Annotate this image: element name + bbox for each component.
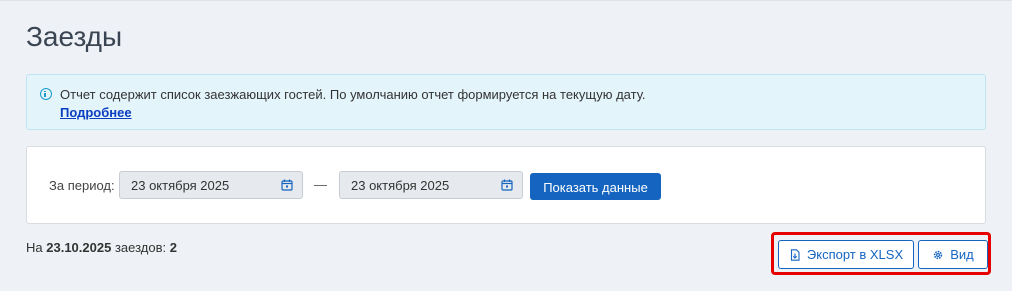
- info-text: Отчет содержит список заезжающих гостей.…: [60, 87, 646, 102]
- page-title: Заезды: [26, 21, 123, 52]
- info-banner: Отчет содержит список заезжающих гостей.…: [26, 74, 986, 130]
- calendar-icon[interactable]: [501, 179, 513, 191]
- summary-label: заездов:: [114, 240, 167, 255]
- more-details-link[interactable]: Подробнее: [60, 105, 132, 120]
- date-from-value: 23 октября 2025: [131, 178, 230, 193]
- calendar-icon[interactable]: [281, 179, 293, 191]
- file-download-icon: [790, 248, 800, 261]
- info-icon: [40, 88, 52, 100]
- period-label: За период:: [49, 178, 115, 193]
- page: Заезды Отчет содержит список заезжающих …: [0, 0, 1012, 291]
- export-xlsx-button[interactable]: Экспорт в XLSX: [778, 240, 914, 269]
- summary-line: На 23.10.2025 заездов: 2: [26, 240, 177, 255]
- view-button[interactable]: Вид: [918, 240, 988, 269]
- filter-panel: За период: 23 октября 2025 — 23 октября …: [26, 146, 986, 224]
- date-to-field[interactable]: 23 октября 2025: [339, 171, 523, 199]
- gear-icon: [934, 250, 943, 259]
- export-label: Экспорт в XLSX: [806, 247, 904, 262]
- date-range-separator: —: [314, 177, 327, 192]
- summary-prefix: На: [26, 240, 43, 255]
- view-label: Вид: [950, 247, 974, 262]
- summary-date: 23.10.2025: [46, 240, 112, 255]
- date-from-field[interactable]: 23 октября 2025: [119, 171, 303, 199]
- show-data-button[interactable]: Показать данные: [530, 173, 661, 200]
- summary-count: 2: [169, 240, 177, 255]
- date-to-value: 23 октября 2025: [351, 178, 450, 193]
